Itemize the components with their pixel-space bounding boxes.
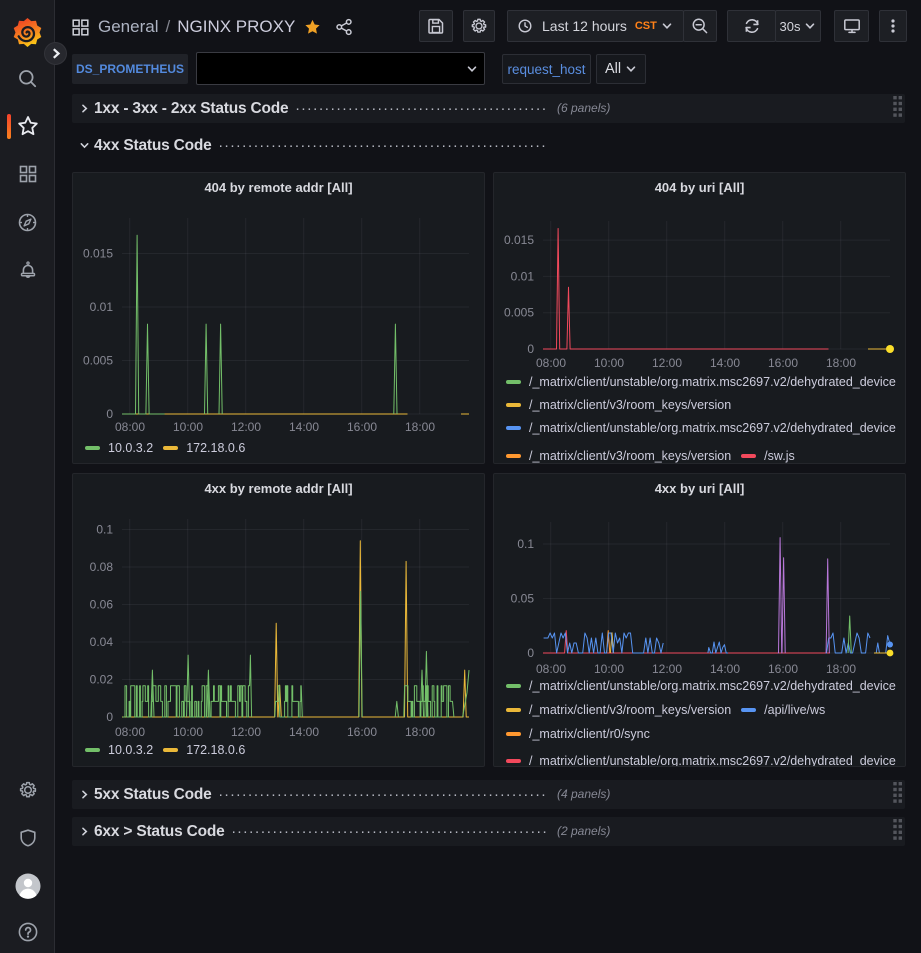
- svg-text:0.01: 0.01: [90, 300, 114, 314]
- svg-text:08:00: 08:00: [115, 420, 145, 434]
- svg-text:18:00: 18:00: [826, 662, 856, 676]
- svg-text:14:00: 14:00: [289, 725, 319, 739]
- svg-text:18:00: 18:00: [826, 356, 856, 370]
- svg-text:08:00: 08:00: [536, 356, 566, 370]
- svg-text:0.015: 0.015: [504, 233, 534, 247]
- svg-text:0.04: 0.04: [90, 635, 114, 649]
- svg-text:16:00: 16:00: [768, 662, 798, 676]
- svg-text:16:00: 16:00: [347, 420, 377, 434]
- svg-text:12:00: 12:00: [652, 356, 682, 370]
- svg-text:10:00: 10:00: [594, 356, 624, 370]
- svg-text:0.05: 0.05: [511, 592, 535, 606]
- svg-text:0.02: 0.02: [90, 673, 114, 687]
- svg-text:16:00: 16:00: [347, 725, 377, 739]
- svg-text:0: 0: [527, 342, 534, 356]
- svg-text:0.005: 0.005: [504, 306, 534, 320]
- svg-text:0.1: 0.1: [96, 523, 113, 537]
- svg-text:08:00: 08:00: [536, 662, 566, 676]
- svg-text:0.08: 0.08: [90, 560, 114, 574]
- svg-text:12:00: 12:00: [652, 662, 682, 676]
- svg-text:18:00: 18:00: [405, 420, 435, 434]
- svg-text:16:00: 16:00: [768, 356, 798, 370]
- svg-text:14:00: 14:00: [710, 662, 740, 676]
- svg-text:0.1: 0.1: [517, 537, 534, 551]
- svg-text:10:00: 10:00: [173, 420, 203, 434]
- svg-text:18:00: 18:00: [405, 725, 435, 739]
- svg-text:12:00: 12:00: [231, 725, 261, 739]
- svg-text:0: 0: [106, 407, 113, 421]
- svg-text:12:00: 12:00: [231, 420, 261, 434]
- svg-text:0.005: 0.005: [83, 354, 113, 368]
- svg-text:0: 0: [106, 710, 113, 724]
- svg-text:14:00: 14:00: [710, 356, 740, 370]
- svg-text:0.015: 0.015: [83, 247, 113, 261]
- svg-text:10:00: 10:00: [594, 662, 624, 676]
- svg-text:0.01: 0.01: [511, 269, 535, 283]
- svg-text:14:00: 14:00: [289, 420, 319, 434]
- svg-text:0: 0: [527, 646, 534, 660]
- svg-text:10:00: 10:00: [173, 725, 203, 739]
- svg-text:0.06: 0.06: [90, 598, 114, 612]
- svg-text:08:00: 08:00: [115, 725, 145, 739]
